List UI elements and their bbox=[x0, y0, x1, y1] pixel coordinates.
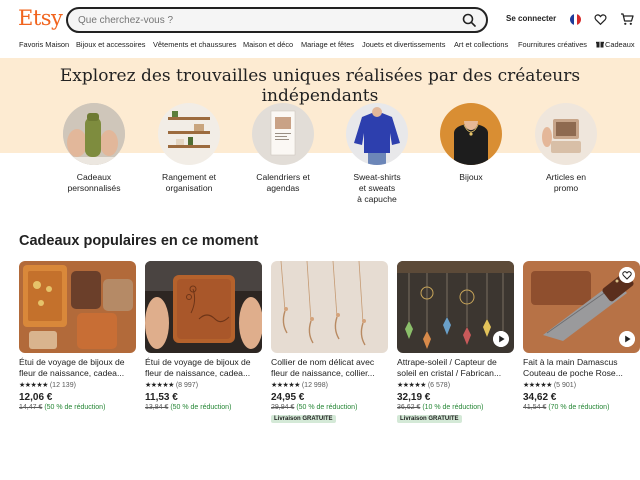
review-count: (12 998) bbox=[301, 382, 328, 389]
free-shipping-badge: Livraison GRATUITE bbox=[397, 415, 462, 423]
calendar-image bbox=[252, 103, 314, 165]
storage-image bbox=[158, 103, 220, 165]
circle-promo[interactable] bbox=[535, 103, 597, 165]
discount-percent: (50 % de réduction) bbox=[296, 404, 358, 411]
popular-section-title: Cadeaux populaires en ce moment bbox=[19, 233, 259, 249]
free-shipping-badge: Livraison GRATUITE bbox=[271, 415, 336, 423]
product-rating: ★★★★★ (12 139) bbox=[19, 381, 76, 389]
product-image[interactable] bbox=[397, 261, 514, 353]
discount-percent: (70 % de réduction) bbox=[548, 404, 610, 411]
product-price: 12,06 € bbox=[19, 392, 53, 403]
circle-label-rangement[interactable]: Rangement et organisation bbox=[144, 172, 234, 194]
nav-item-fournitures[interactable]: Fournitures créatives bbox=[518, 40, 587, 49]
nav-item-jouets[interactable]: Jouets et divertissements bbox=[362, 40, 445, 49]
discount-percent: (50 % de réduction) bbox=[44, 404, 106, 411]
product-discount: 13,84 € (50 % de réduction) bbox=[145, 404, 231, 411]
nav-item-favoris-maison[interactable]: Favoris Maison bbox=[19, 40, 69, 49]
product-price: 11,53 € bbox=[145, 392, 178, 403]
product-discount: 36,62 € (10 % de réduction) bbox=[397, 404, 483, 411]
discount-percent: (50 % de réduction) bbox=[170, 404, 232, 411]
product-image[interactable] bbox=[145, 261, 262, 353]
circle-calendriers[interactable] bbox=[252, 103, 314, 165]
product-title[interactable]: Fait à la main Damascus Couteau de poche … bbox=[523, 357, 640, 379]
product-rating: ★★★★★ (5 901) bbox=[523, 381, 576, 389]
product-price: 34,62 € bbox=[523, 392, 557, 403]
search-icon[interactable] bbox=[462, 13, 476, 27]
old-price: 13,84 € bbox=[145, 404, 169, 411]
circle-cadeaux-personnalises[interactable] bbox=[63, 103, 125, 165]
nav-item-maison-deco[interactable]: Maison et déco bbox=[243, 40, 293, 49]
product-rating: ★★★★★ (12 998) bbox=[271, 381, 328, 389]
gift-icon bbox=[596, 41, 604, 48]
play-icon[interactable] bbox=[619, 331, 635, 347]
old-price: 41,54 € bbox=[523, 404, 547, 411]
product-title[interactable]: Étui de voyage de bijoux de fleur de nais… bbox=[145, 357, 262, 379]
circle-sweatshirts[interactable] bbox=[346, 103, 408, 165]
etsy-logo[interactable]: Etsy bbox=[18, 6, 63, 30]
product-title[interactable]: Attrape-soleil / Capteur de soleil en cri… bbox=[397, 357, 514, 379]
circle-label-cadeaux[interactable]: Cadeaux personnalisés bbox=[49, 172, 139, 194]
product-price: 32,19 € bbox=[397, 392, 431, 403]
product-image[interactable] bbox=[19, 261, 136, 353]
rating-stars: ★★★★★ bbox=[397, 382, 426, 389]
jewelry-image bbox=[440, 103, 502, 165]
nav-item-vetements[interactable]: Vêtements et chaussures bbox=[153, 40, 236, 49]
site-header: Etsy Se connecter bbox=[0, 0, 640, 38]
circle-label-sweatshirts[interactable]: Sweat-shirts et sweats à capuche bbox=[332, 172, 422, 205]
nav-item-cadeaux[interactable]: Cadeaux bbox=[605, 40, 635, 49]
heart-icon[interactable] bbox=[594, 13, 607, 26]
review-count: (6 578) bbox=[427, 382, 451, 389]
product-rating: ★★★★★ (8 997) bbox=[145, 381, 198, 389]
product-discount: 29,94 € (50 % de réduction) bbox=[271, 404, 357, 411]
category-nav: Favoris Maison Bijoux et accessoires Vêt… bbox=[0, 40, 640, 54]
rating-stars: ★★★★★ bbox=[271, 382, 300, 389]
review-count: (8 997) bbox=[175, 382, 199, 389]
sale-items-image bbox=[535, 103, 597, 165]
play-icon[interactable] bbox=[493, 331, 509, 347]
circle-label-calendriers[interactable]: Calendriers et agendas bbox=[238, 172, 328, 194]
product-rating: ★★★★★ (6 578) bbox=[397, 381, 450, 389]
rating-stars: ★★★★★ bbox=[145, 382, 174, 389]
rating-stars: ★★★★★ bbox=[19, 382, 48, 389]
signin-link[interactable]: Se connecter bbox=[506, 14, 556, 23]
circle-label-promo[interactable]: Articles en promo bbox=[521, 172, 611, 194]
product-discount: 41,54 € (70 % de réduction) bbox=[523, 404, 609, 411]
flag-fr-icon[interactable] bbox=[570, 14, 581, 25]
review-count: (12 139) bbox=[49, 382, 76, 389]
circle-bijoux[interactable] bbox=[440, 103, 502, 165]
product-discount: 14,47 € (50 % de réduction) bbox=[19, 404, 105, 411]
circle-rangement[interactable] bbox=[158, 103, 220, 165]
rating-stars: ★★★★★ bbox=[523, 382, 552, 389]
nav-item-bijoux[interactable]: Bijoux et accessoires bbox=[76, 40, 145, 49]
product-title[interactable]: Étui de voyage de bijoux de fleur de nais… bbox=[19, 357, 136, 379]
old-price: 36,62 € bbox=[397, 404, 421, 411]
favorite-heart-icon[interactable] bbox=[619, 267, 635, 283]
review-count: (5 901) bbox=[553, 382, 577, 389]
personalized-gift-image bbox=[63, 103, 125, 165]
old-price: 14,47 € bbox=[19, 404, 43, 411]
product-title[interactable]: Collier de nom délicat avec fleur de nais… bbox=[271, 357, 388, 379]
product-image[interactable] bbox=[271, 261, 388, 353]
search-input[interactable] bbox=[78, 12, 448, 28]
product-price: 24,95 € bbox=[271, 392, 305, 403]
discount-percent: (10 % de réduction) bbox=[422, 404, 484, 411]
sweatshirt-image bbox=[346, 103, 408, 165]
hero-title: Explorez des trouvailles uniques réalisé… bbox=[59, 66, 581, 106]
cart-icon[interactable] bbox=[620, 12, 634, 26]
search-bar[interactable] bbox=[66, 7, 488, 33]
nav-item-art[interactable]: Art et collections bbox=[454, 40, 508, 49]
nav-item-mariage[interactable]: Mariage et fêtes bbox=[301, 40, 354, 49]
circle-label-bijoux[interactable]: Bijoux bbox=[426, 172, 516, 183]
old-price: 29,94 € bbox=[271, 404, 295, 411]
product-image[interactable] bbox=[523, 261, 640, 353]
